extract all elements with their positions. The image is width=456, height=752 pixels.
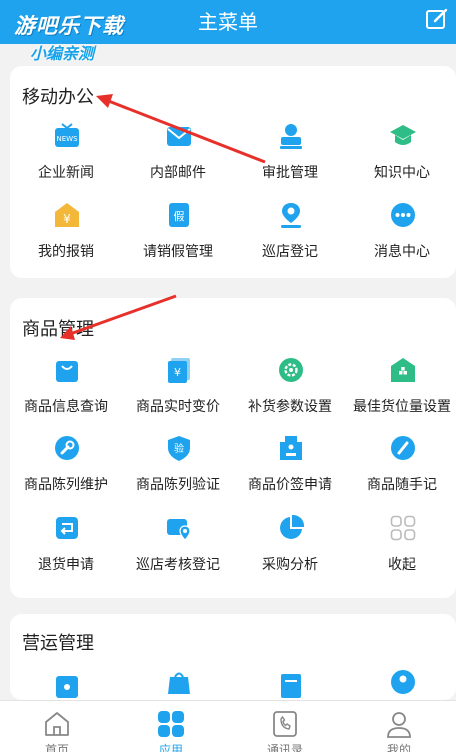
app-label: 商品陈列验证	[136, 477, 220, 493]
return-icon	[56, 517, 78, 539]
app-label: 知识中心	[374, 165, 430, 181]
wrench-icon	[55, 436, 79, 460]
app-label: 补货参数设置	[248, 399, 332, 415]
svg-text:假: 假	[174, 209, 185, 223]
apps-icon	[158, 711, 184, 737]
app-label: 巡店考核登记	[136, 557, 220, 573]
app-label: 企业新闻	[38, 165, 94, 181]
app-item[interactable]: 巡店考核登记	[122, 514, 234, 584]
section-product-management: 商品管理 商品信息查询 ¥ 商品实时变价 补货参数设置 最佳货位量设置 商品陈列…	[10, 298, 456, 598]
shopping-bag-icon	[56, 361, 78, 382]
bottom-tab-bar: 首页 应用 通讯录 我的	[0, 700, 456, 752]
app-item[interactable]: 假 请销假管理	[122, 201, 234, 271]
app-label: 退货申请	[38, 557, 94, 573]
tab-contacts[interactable]: 通讯录	[228, 701, 342, 752]
app-item[interactable]: 知识中心	[346, 122, 456, 192]
app-item[interactable]: 商品陈列维护	[10, 434, 122, 504]
watermark-logo: 游吧乐下载	[14, 14, 124, 38]
price-tag-icon	[280, 436, 302, 460]
app-item[interactable]: 巡店登记	[234, 201, 346, 271]
app-item[interactable]: ¥ 商品实时变价	[122, 356, 234, 426]
app-label: 商品陈列维护	[24, 477, 108, 493]
section-title: 移动办公	[22, 87, 94, 108]
verify-shield-icon: 验	[168, 436, 190, 461]
app-item[interactable]: 最佳货位量设置	[346, 356, 456, 426]
app-item[interactable]: 审批管理	[234, 122, 346, 192]
app-item[interactable]: 采购分析	[234, 514, 346, 584]
app-label: 审批管理	[262, 165, 318, 181]
app-label: 最佳货位量设置	[353, 399, 451, 415]
section-title: 营运管理	[22, 633, 94, 654]
app-label: 巡店登记	[262, 244, 318, 260]
app-item[interactable]: 内部邮件	[122, 122, 234, 192]
app-item[interactable]: 收起	[346, 514, 456, 584]
price-change-icon: ¥	[168, 358, 190, 383]
pie-chart-icon	[280, 514, 305, 539]
app-item[interactable]: NEWS 企业新闻	[10, 122, 122, 192]
location-pin-icon	[281, 203, 301, 228]
app-label: 内部邮件	[150, 165, 206, 181]
tab-mine[interactable]: 我的	[342, 701, 456, 752]
tab-label: 应用	[158, 743, 183, 752]
warehouse-icon	[391, 358, 415, 382]
app-item[interactable]: 商品信息查询	[10, 356, 122, 426]
section-mobile-office: 移动办公 NEWS 企业新闻 内部邮件 审批管理 知识中心 ¥ 我的报销 假 请…	[10, 66, 456, 278]
leave-icon: 假	[169, 203, 189, 227]
operations-report-icon[interactable]	[277, 672, 305, 700]
grid-icon	[390, 515, 416, 541]
approval-icon	[280, 124, 302, 149]
reimbursement-icon: ¥	[55, 203, 79, 227]
mail-icon	[167, 127, 191, 146]
app-item[interactable]: ¥ 我的报销	[10, 201, 122, 271]
app-label: 商品实时变价	[136, 399, 220, 415]
app-label: 我的报销	[38, 244, 94, 260]
operations-user-icon[interactable]	[389, 668, 417, 696]
svg-text:NEWS: NEWS	[56, 135, 78, 143]
app-item[interactable]: 商品随手记	[346, 434, 456, 504]
chat-bubble-icon	[391, 203, 415, 227]
settings-gear-icon	[279, 358, 303, 382]
app-item[interactable]: 消息中心	[346, 201, 456, 271]
edit-icon[interactable]	[424, 6, 450, 32]
user-icon	[387, 712, 411, 738]
app-item[interactable]: 验 商品陈列验证	[122, 434, 234, 504]
app-label: 消息中心	[374, 244, 430, 260]
home-icon	[45, 712, 69, 736]
app-label: 商品随手记	[367, 477, 437, 493]
tab-label: 首页	[44, 743, 69, 752]
operations-icon[interactable]	[53, 672, 81, 700]
svg-text:¥: ¥	[63, 212, 71, 226]
section-title: 商品管理	[22, 319, 94, 340]
app-label: 请销假管理	[143, 244, 213, 260]
tab-label: 我的	[386, 743, 411, 752]
tab-home[interactable]: 首页	[0, 701, 114, 752]
app-label: 收起	[388, 557, 416, 573]
app-label: 商品信息查询	[24, 399, 108, 415]
app-label: 采购分析	[262, 557, 318, 573]
section-operations: 营运管理	[10, 614, 456, 700]
news-icon: NEWS	[55, 123, 79, 147]
watermark-tag: 小编亲测	[30, 44, 95, 63]
app-item[interactable]: 退货申请	[10, 514, 122, 584]
pen-icon	[391, 436, 415, 460]
graduation-cap-icon	[390, 125, 416, 145]
app-item[interactable]: 商品价签申请	[234, 434, 346, 504]
svg-text:验: 验	[174, 442, 184, 455]
operations-bag-icon[interactable]	[165, 668, 193, 696]
svg-text:¥: ¥	[174, 366, 181, 379]
inspection-icon	[167, 519, 191, 541]
phone-book-icon	[273, 711, 297, 737]
tab-apps[interactable]: 应用	[114, 701, 228, 752]
tab-label: 通讯录	[266, 743, 303, 752]
app-label: 商品价签申请	[248, 477, 332, 493]
app-item[interactable]: 补货参数设置	[234, 356, 346, 426]
